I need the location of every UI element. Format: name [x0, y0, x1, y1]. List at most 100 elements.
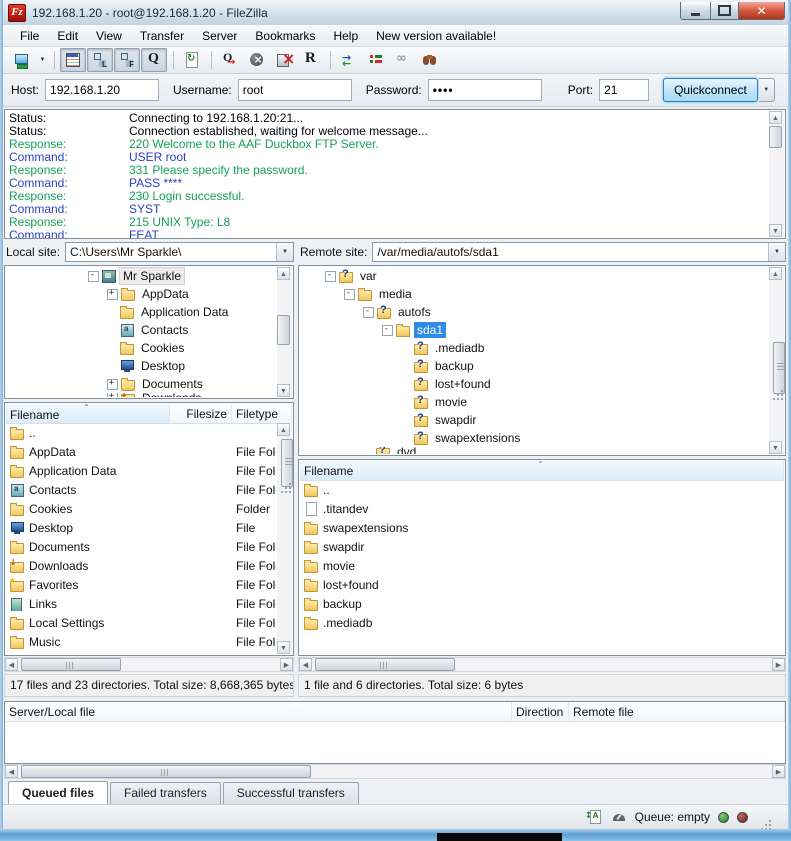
file-row-[interactable]: ..: [300, 480, 784, 499]
site-manager-dropdown-button[interactable]: ▼: [36, 49, 49, 71]
local-list-vertical-scrollbar[interactable]: ▲ ▼: [277, 423, 292, 654]
local-site-combo[interactable]: C:\Users\Mr Sparkle\ ▼: [65, 242, 294, 262]
scroll-down-icon[interactable]: ▼: [277, 641, 290, 654]
find-files-button[interactable]: [417, 48, 443, 72]
site-manager-button[interactable]: [9, 48, 35, 72]
scroll-up-icon[interactable]: ▲: [277, 267, 290, 280]
port-input[interactable]: [599, 79, 649, 101]
tree-item-swapextensions[interactable]: swapextensions: [300, 429, 768, 447]
maximize-button[interactable]: [711, 2, 739, 20]
list-comparison-button[interactable]: [363, 48, 389, 72]
file-row-favorites[interactable]: FavoritesFile Folder: [6, 575, 276, 594]
local-list-scrollbar-thumb[interactable]: [281, 439, 293, 487]
menu-item-transfer[interactable]: Transfer: [131, 26, 193, 46]
column-header-filesize[interactable]: Filesize: [170, 404, 232, 423]
column-header-filename[interactable]: Filename: [300, 461, 784, 480]
toggle-remote-tree-button[interactable]: [114, 48, 140, 72]
collapse-minus-icon[interactable]: [382, 325, 393, 336]
remote-tree-scrollbar-thumb[interactable]: [773, 342, 785, 394]
remote-site-combo[interactable]: /var/media/autofs/sda1 ▼: [372, 242, 786, 262]
tree-item-desktop[interactable]: Desktop: [6, 357, 276, 375]
tree-item-swapdir[interactable]: swapdir: [300, 411, 768, 429]
tree-item-mr-sparkle[interactable]: Mr Sparkle: [6, 267, 276, 285]
menu-item-bookmarks[interactable]: Bookmarks: [246, 26, 324, 46]
host-input[interactable]: [45, 79, 159, 101]
scroll-left-icon[interactable]: ◀: [5, 658, 18, 671]
file-row-downloads[interactable]: DownloadsFile Folder: [6, 556, 276, 575]
local-hscroll-thumb[interactable]: [21, 658, 121, 671]
transfer-type-icon[interactable]: ↕: [587, 809, 603, 825]
toggle-queue-button[interactable]: [141, 48, 167, 72]
queue-horizontal-scrollbar[interactable]: ◀ ▶: [4, 764, 786, 779]
menu-item-edit[interactable]: Edit: [48, 26, 87, 46]
scroll-right-icon[interactable]: ▶: [772, 765, 785, 778]
tree-item-cookies[interactable]: Cookies: [6, 339, 276, 357]
file-row-titandev[interactable]: .titandev: [300, 499, 784, 518]
file-row-links[interactable]: LinksFile Folder: [6, 594, 276, 613]
local-horizontal-scrollbar[interactable]: ◀ ▶: [4, 657, 294, 672]
file-row-swapdir[interactable]: swapdir: [300, 537, 784, 556]
username-input[interactable]: [238, 79, 352, 101]
tree-item-var[interactable]: var: [300, 267, 768, 285]
menu-item-help[interactable]: Help: [324, 26, 367, 46]
cancel-operation-button[interactable]: [244, 48, 270, 72]
collapse-minus-icon[interactable]: [363, 307, 374, 318]
password-input[interactable]: [428, 79, 542, 101]
collapse-minus-icon[interactable]: [88, 271, 99, 282]
column-header-filename[interactable]: Filename: [6, 404, 170, 423]
toggle-message-log-button[interactable]: [60, 48, 86, 72]
tree-item-mediadb[interactable]: .mediadb: [300, 339, 768, 357]
disconnect-button[interactable]: [271, 48, 297, 72]
reconnect-button[interactable]: [298, 48, 324, 72]
scroll-down-icon[interactable]: ▼: [769, 224, 782, 237]
file-row-appdata[interactable]: AppDataFile Folder: [6, 442, 276, 461]
process-queue-button[interactable]: [217, 48, 243, 72]
chevron-down-icon[interactable]: ▼: [768, 243, 785, 261]
log-vertical-scrollbar[interactable]: ▲ ▼: [769, 111, 784, 237]
resize-grip[interactable]: [760, 811, 772, 823]
column-header-remote-file[interactable]: Remote file: [569, 702, 785, 721]
scroll-up-icon[interactable]: ▲: [769, 267, 782, 280]
tree-item-autofs[interactable]: autofs: [300, 303, 768, 321]
file-row-desktop[interactable]: DesktopFile: [6, 518, 276, 537]
speed-limits-icon[interactable]: [611, 809, 627, 825]
tree-item-media[interactable]: media: [300, 285, 768, 303]
tree-item-backup[interactable]: backup: [300, 357, 768, 375]
file-row-lost-found[interactable]: lost+found: [300, 575, 784, 594]
remote-horizontal-scrollbar[interactable]: ◀ ▶: [298, 657, 786, 672]
scroll-right-icon[interactable]: ▶: [280, 658, 293, 671]
tree-item-contacts[interactable]: Contacts: [6, 321, 276, 339]
tab-failed-transfers[interactable]: Failed transfers: [110, 782, 221, 804]
quickconnect-dropdown-button[interactable]: ▼: [759, 78, 775, 102]
local-tree-scrollbar-thumb[interactable]: [277, 315, 290, 345]
file-row-local-settings[interactable]: Local SettingsFile Folder: [6, 613, 276, 632]
menu-item-file[interactable]: File: [11, 26, 48, 46]
expand-plus-icon[interactable]: [107, 379, 118, 390]
column-header-filetype[interactable]: Filetype: [232, 404, 292, 423]
synchronized-browsing-button[interactable]: [390, 48, 416, 72]
tree-item-documents[interactable]: Documents: [6, 375, 276, 393]
collapse-minus-icon[interactable]: [325, 271, 336, 282]
file-row-cookies[interactable]: CookiesFolder: [6, 499, 276, 518]
tree-item-lost-found[interactable]: lost+found: [300, 375, 768, 393]
tree-item-appdata[interactable]: AppData: [6, 285, 276, 303]
column-header-direction[interactable]: Direction: [512, 702, 569, 721]
scroll-down-icon[interactable]: ▼: [277, 384, 290, 397]
expand-plus-icon[interactable]: [107, 289, 118, 300]
tree-item-sda1[interactable]: sda1: [300, 321, 768, 339]
refresh-button[interactable]: [179, 48, 205, 72]
tree-item-dvd[interactable]: dvd: [300, 447, 768, 454]
scroll-down-icon[interactable]: ▼: [769, 441, 782, 454]
column-header-server-local-file[interactable]: Server/Local file: [5, 702, 512, 721]
tree-item-movie[interactable]: movie: [300, 393, 768, 411]
file-row-movie[interactable]: movie: [300, 556, 784, 575]
menu-item-new-version-available[interactable]: New version available!: [367, 26, 505, 46]
tab-successful-transfers[interactable]: Successful transfers: [223, 782, 359, 804]
file-row-mediadb[interactable]: .mediadb: [300, 613, 784, 632]
queue-hscroll-thumb[interactable]: [21, 765, 311, 778]
file-row-contacts[interactable]: ContactsFile Folder: [6, 480, 276, 499]
scroll-right-icon[interactable]: ▶: [772, 658, 785, 671]
tab-queued-files[interactable]: Queued files: [8, 781, 108, 804]
tree-item-downloads[interactable]: Downloads: [6, 393, 276, 397]
local-tree-vertical-scrollbar[interactable]: ▲ ▼: [277, 267, 292, 397]
